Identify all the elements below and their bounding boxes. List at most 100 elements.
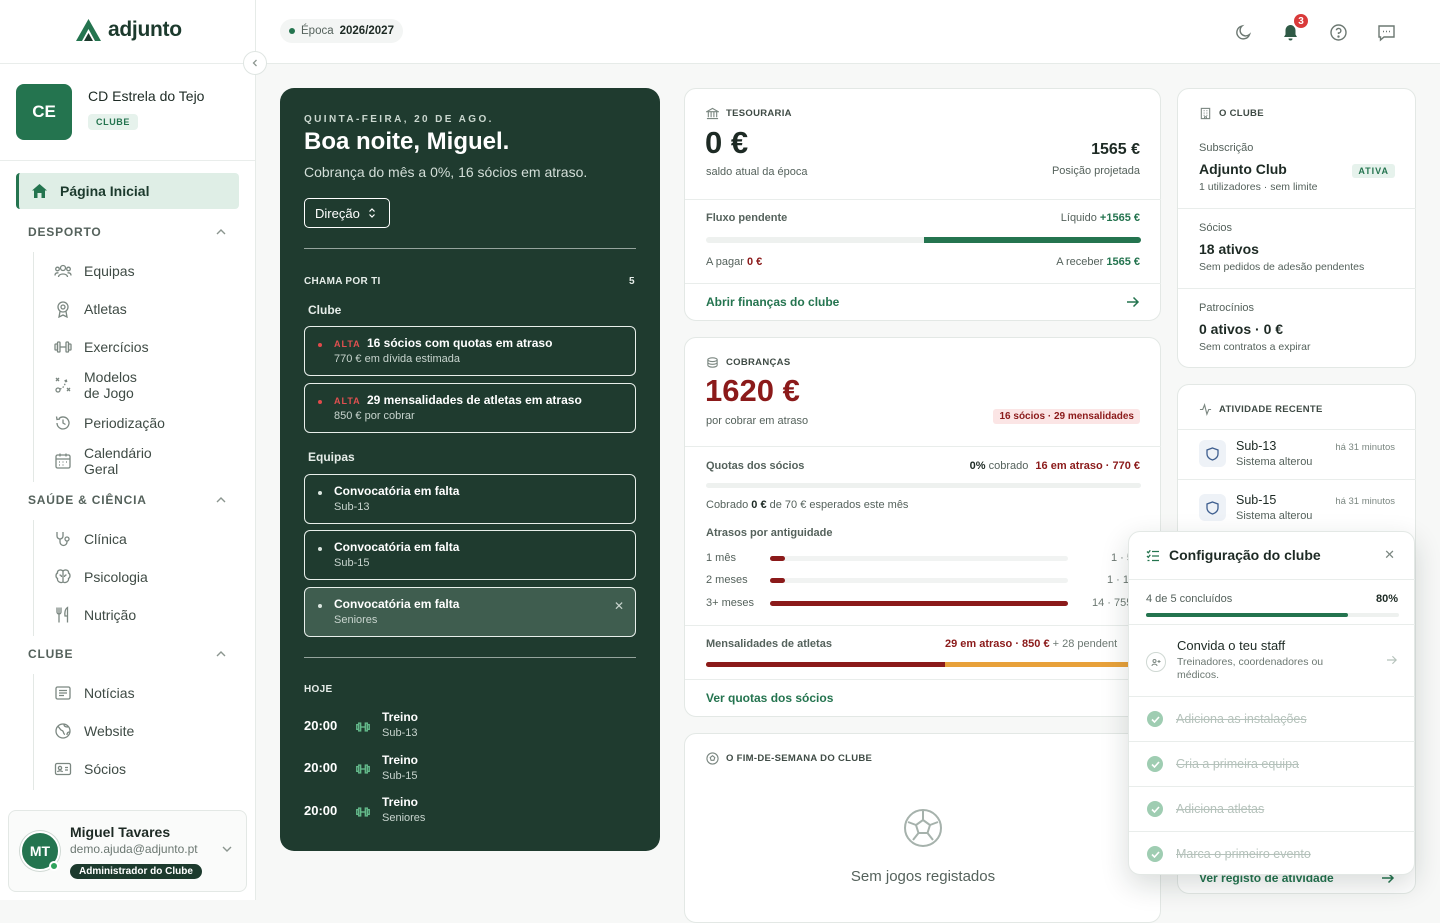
feedback-button[interactable] (1375, 21, 1397, 43)
alert-detail: 770 € em dívida estimada (334, 353, 460, 365)
close-icon[interactable]: ✕ (1384, 547, 1395, 563)
sidebar-item-periodizacao[interactable]: Periodização (54, 411, 165, 435)
alert-detail: Sub-13 (334, 501, 370, 513)
section-header-saude-ciencia[interactable]: SAÚDE & CIÊNCIA (28, 493, 147, 507)
members-label: Sócios (1199, 222, 1233, 234)
adjunto-logo-icon (75, 18, 102, 42)
setup-progress-fill (1146, 613, 1349, 617)
alert-item[interactable]: Convocatória em falta Sub-15 (304, 530, 636, 580)
alert-item[interactable]: ALTA 29 mensalidades de atletas em atras… (304, 383, 636, 433)
role-selector[interactable]: Direção (304, 198, 390, 228)
sidebar-item-label: Exercícios (84, 339, 149, 355)
card-header: O CLUBE (1199, 107, 1264, 120)
help-button[interactable] (1327, 21, 1349, 43)
sidebar-item-website[interactable]: Website (54, 719, 134, 743)
collections-card: COBRANÇAS 1620 € por cobrar em atraso 16… (684, 337, 1161, 717)
sidebar: adjunto CE CD Estrela do Tejo CLUBE Pági… (0, 0, 256, 900)
alert-item[interactable]: Convocatória em falta Seniores ✕ (304, 587, 636, 637)
net-flow: Líquido +1565 € (1061, 212, 1140, 224)
brand-logo[interactable]: adjunto (75, 18, 182, 42)
sidebar-item-nutricao[interactable]: Nutrição (54, 603, 136, 627)
alert-item[interactable]: ALTA 16 sócios com quotas em atraso 770 … (304, 326, 636, 376)
aging-row-label: 2 meses (706, 574, 748, 586)
chevron-up-icon[interactable] (215, 496, 227, 504)
event-team: Sub-15 (382, 770, 418, 782)
user-card[interactable]: MT Miguel Tavares demo.ajuda@adjunto.pt … (8, 810, 247, 892)
net-flow-value: +1565 € (1099, 212, 1140, 224)
sidebar-item-home[interactable]: Página Inicial (16, 173, 239, 209)
activity-time: há 31 minutos (1335, 442, 1395, 453)
sidebar-item-label: Clínica (84, 531, 127, 547)
plan-status-badge: ATIVA (1352, 164, 1395, 178)
current-date: QUINTA-FEIRA, 20 DE AGO. (304, 114, 494, 125)
flow-label: Fluxo pendente (706, 212, 788, 224)
event-title: Treino (382, 710, 419, 724)
section-header-clube[interactable]: CLUBE (28, 647, 73, 661)
activity-team: Sub-15 (1236, 493, 1277, 507)
setup-step-done[interactable]: Cria a primeira equipa (1129, 741, 1415, 786)
sidebar-item-clinica[interactable]: Clínica (54, 527, 127, 551)
medal-icon (54, 300, 72, 318)
check-circle-icon (1147, 846, 1163, 862)
globe-icon (54, 722, 72, 740)
aging-label: Atrasos por antiguidade (706, 527, 833, 539)
chevron-down-icon[interactable] (221, 845, 233, 853)
aging-bar-fill (770, 578, 785, 583)
sidebar-item-calendario-geral[interactable]: Calendário Geral (54, 445, 152, 477)
payable-label: A pagar (706, 256, 744, 268)
sidebar-item-exercicios[interactable]: Exercícios (54, 335, 149, 359)
sidebar-item-label: Equipas (84, 263, 135, 279)
dumbbell-icon (356, 805, 370, 819)
dismiss-icon[interactable]: ✕ (614, 599, 624, 613)
season-selector[interactable]: Época 2026/2027 (280, 19, 403, 43)
sidebar-item-socios[interactable]: Sócios (54, 757, 126, 781)
setup-step-done[interactable]: Adiciona atletas (1129, 786, 1415, 831)
sidebar-item-label: Atletas (84, 301, 127, 317)
sidebar-item-label: Página Inicial (60, 183, 150, 199)
sidebar-divider (0, 63, 255, 64)
sidebar-item-equipas[interactable]: Equipas (54, 259, 135, 283)
treasury-balance: 0 € (705, 125, 749, 160)
sidebar-collapse-button[interactable] (243, 51, 267, 75)
alert-title: 29 mensalidades de atletas em atraso (367, 393, 582, 407)
sidebar-item-modelos-de-jogo[interactable]: Modelos de Jogo (54, 369, 137, 401)
sidebar-item-psicologia[interactable]: Psicologia (54, 565, 148, 589)
treasury-projected: 1565 € (1091, 141, 1140, 158)
event-team: Sub-13 (382, 727, 418, 739)
members-detail: Sem pedidos de adesão pendentes (1199, 261, 1365, 273)
sidebar-item-noticias[interactable]: Notícias (54, 681, 135, 705)
dark-mode-toggle[interactable] (1232, 21, 1254, 43)
greeting-summary: Cobrança do mês a 0%, 16 sócios em atras… (304, 164, 588, 180)
event-time: 20:00 (304, 803, 338, 818)
users-plus-icon (1146, 652, 1166, 672)
monthly-pending: + 28 pendent (1052, 638, 1118, 650)
open-finances-link[interactable]: Abrir finanças do clube (706, 295, 839, 309)
fees-label: Quotas dos sócios (706, 460, 805, 472)
alert-detail: Seniores (334, 614, 378, 626)
empty-state-text: Sem jogos registados (850, 868, 996, 885)
priority-dot (318, 604, 322, 608)
topbar: Época 2026/2027 (256, 0, 1440, 64)
setup-step-done[interactable]: Adiciona as instalações (1129, 696, 1415, 741)
chevron-up-icon[interactable] (215, 228, 227, 236)
message-square-icon (1377, 23, 1396, 42)
nav-group-saude: Clínica Psicologia Nutrição (33, 520, 148, 636)
setup-step-done[interactable]: Marca o primeiro evento (1129, 831, 1415, 876)
view-member-fees-link[interactable]: Ver quotas dos sócios (706, 691, 833, 705)
sidebar-item-atletas[interactable]: Atletas (54, 297, 127, 321)
arrow-right-icon (1386, 655, 1398, 665)
sidebar-divider (0, 160, 255, 161)
chevron-up-icon[interactable] (215, 650, 227, 658)
club-avatar: CE (16, 84, 72, 140)
arrow-right-icon[interactable] (1126, 296, 1140, 308)
sidebar-item-label: Calendário Geral (84, 445, 152, 477)
section-header-desporto[interactable]: DESPORTO (28, 225, 102, 239)
collected-prefix: Cobrado (706, 499, 749, 511)
bank-icon (706, 107, 719, 120)
alert-item[interactable]: Convocatória em falta Sub-13 (304, 474, 636, 524)
setup-step-label: Marca o primeiro evento (1176, 847, 1311, 861)
club-card[interactable]: CE CD Estrela do Tejo CLUBE (16, 84, 204, 140)
treasury-balance-label: saldo atual da época (706, 166, 808, 178)
nav-group-desporto: Equipas Atletas Exercícios Modelos de Jo… (33, 252, 165, 482)
divider (1129, 579, 1415, 580)
